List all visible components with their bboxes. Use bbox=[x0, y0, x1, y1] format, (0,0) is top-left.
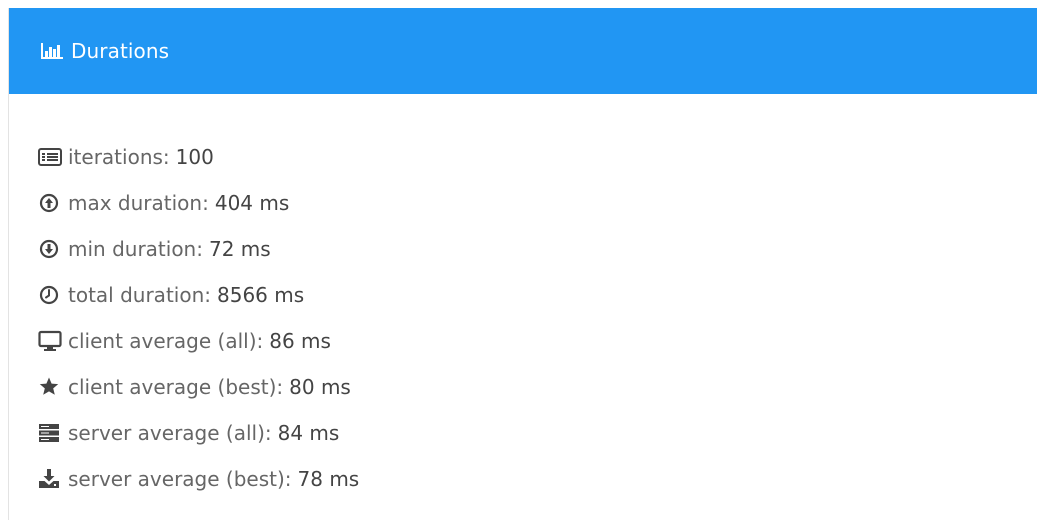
stat-value: 80 ms bbox=[289, 375, 351, 399]
stat-row-total-duration: total duration: 8566 ms bbox=[38, 272, 1037, 318]
stat-row-client-average-best: client average (best): 80 ms bbox=[38, 364, 1037, 410]
panel-body: iterations: 100 max duration: 404 ms min… bbox=[9, 94, 1037, 502]
arrow-circle-up-icon bbox=[38, 192, 62, 214]
stat-value: 78 ms bbox=[297, 467, 360, 491]
list-icon bbox=[38, 146, 62, 168]
stat-value: 72 ms bbox=[208, 237, 271, 261]
star-icon bbox=[38, 376, 62, 398]
stat-row-max-duration: max duration: 404 ms bbox=[38, 180, 1037, 226]
stat-value: 84 ms bbox=[277, 421, 340, 445]
server-icon bbox=[38, 422, 62, 444]
stat-label: client average (best): bbox=[68, 375, 284, 399]
stat-value: 8566 ms bbox=[217, 283, 305, 307]
stat-label: max duration: bbox=[68, 191, 209, 215]
bar-chart-icon bbox=[39, 41, 65, 61]
panel-title: Durations bbox=[71, 39, 170, 63]
arrow-circle-down-icon bbox=[38, 238, 62, 260]
stat-value: 100 bbox=[175, 145, 214, 169]
panel-header: Durations bbox=[9, 8, 1037, 94]
stat-label: client average (all): bbox=[68, 329, 264, 353]
stat-label: server average (best): bbox=[68, 467, 292, 491]
stat-label: min duration: bbox=[68, 237, 203, 261]
stat-label: iterations: bbox=[68, 145, 170, 169]
stat-row-client-average-all: client average (all): 86 ms bbox=[38, 318, 1037, 364]
monitor-icon bbox=[38, 330, 62, 352]
stat-row-iterations: iterations: 100 bbox=[38, 134, 1037, 180]
stat-row-min-duration: min duration: 72 ms bbox=[38, 226, 1037, 272]
stat-row-server-average-best: server average (best): 78 ms bbox=[38, 456, 1037, 502]
stat-value: 86 ms bbox=[269, 329, 331, 353]
clock-icon bbox=[38, 284, 62, 306]
stat-row-server-average-all: server average (all): 84 ms bbox=[38, 410, 1037, 456]
download-icon bbox=[38, 468, 62, 490]
stat-label: total duration: bbox=[68, 283, 211, 307]
stat-value: 404 ms bbox=[214, 191, 290, 215]
stat-label: server average (all): bbox=[68, 421, 272, 445]
durations-panel: Durations iterations: 100 max duration: … bbox=[8, 8, 1037, 520]
